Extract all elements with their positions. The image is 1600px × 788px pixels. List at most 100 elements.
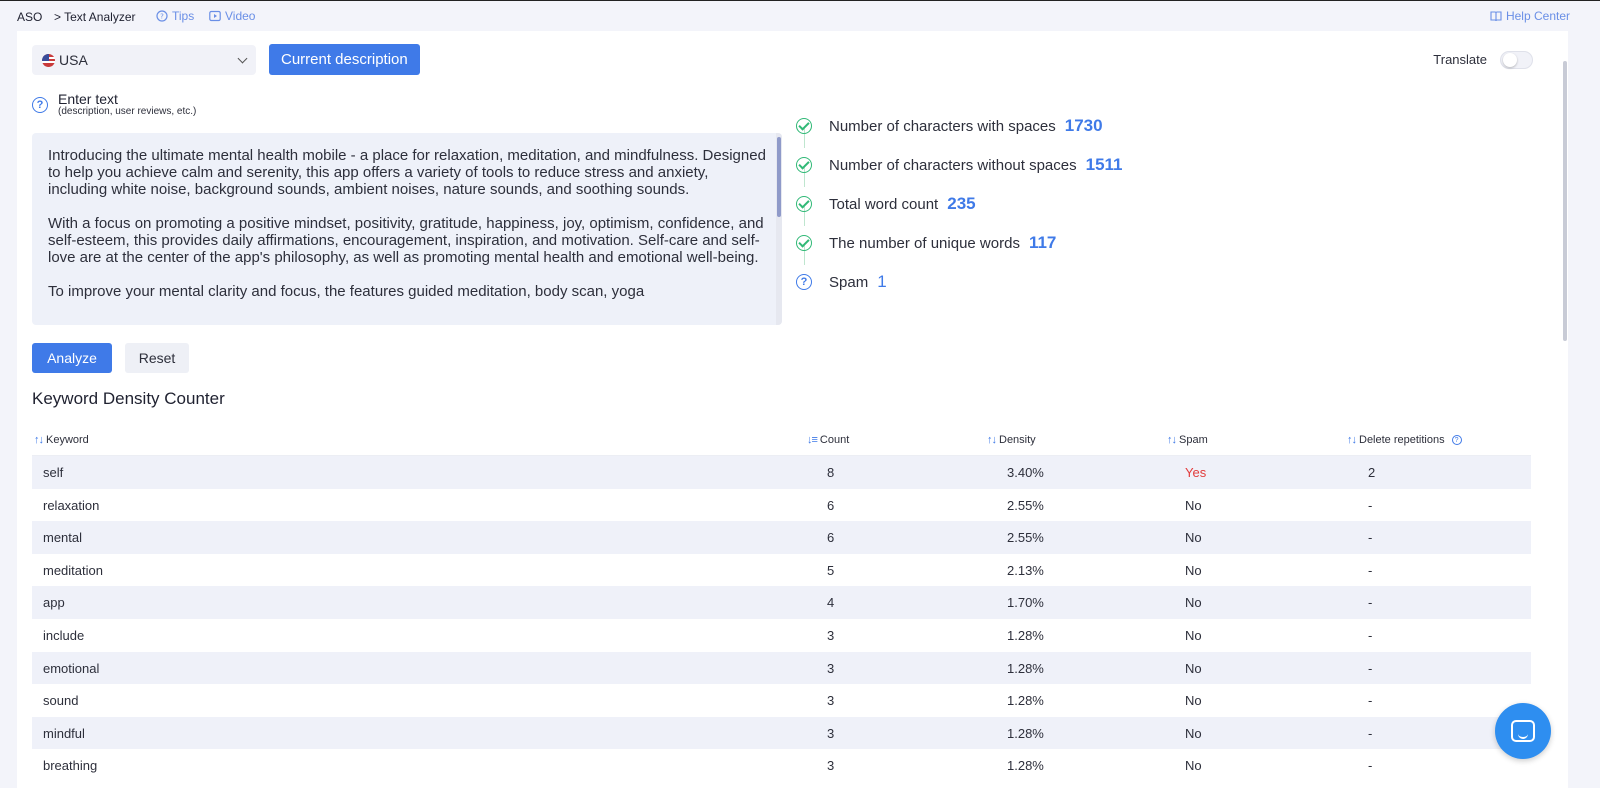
cell-spam: No	[1185, 562, 1202, 578]
stat-unique-words: The number of unique words 117	[796, 233, 1056, 253]
cell-delete-repetitions: -	[1368, 758, 1373, 774]
us-flag-icon	[42, 53, 55, 67]
cell-delete-repetitions: -	[1368, 497, 1373, 513]
chat-launcher-button[interactable]	[1495, 703, 1551, 759]
stat-chars-without-spaces: Number of characters without spaces 1511	[796, 155, 1123, 175]
column-label: Delete repetitions	[1359, 434, 1445, 446]
country-select[interactable]: USA	[32, 45, 256, 75]
cell-count: 3	[827, 627, 835, 643]
question-circle-icon[interactable]: ?	[796, 274, 812, 290]
cell-density: 1.28%	[1007, 725, 1044, 741]
column-header-density[interactable]: ↑↓ Density	[987, 434, 1036, 446]
help-center-label: Help Center	[1505, 9, 1570, 23]
cell-keyword: emotional	[43, 660, 100, 676]
cell-density: 3.40%	[1007, 465, 1044, 480]
top-bar: ASO > Text Analyzer ? Tips Video Help Ce…	[0, 1, 1600, 31]
cell-count: 5	[827, 562, 835, 578]
column-header-delete-repetitions[interactable]: ↑↓ Delete repetitions ?	[1347, 434, 1462, 446]
stat-label: The number of unique words	[829, 234, 1020, 252]
stat-value: 1	[877, 272, 887, 291]
stat-value: 235	[947, 194, 976, 213]
sort-desc-icon: ↓≡	[807, 434, 818, 446]
cell-spam: No	[1185, 693, 1202, 709]
cell-density: 1.28%	[1007, 627, 1044, 643]
cell-keyword: mental	[43, 530, 83, 546]
cell-count: 6	[827, 497, 835, 513]
cell-density: 1.28%	[1007, 660, 1044, 676]
cell-density: 1.70%	[1007, 595, 1044, 611]
analyze-button[interactable]: Analyze	[32, 343, 112, 373]
cell-spam: No	[1185, 627, 1202, 643]
tips-link[interactable]: ? Tips	[156, 9, 194, 23]
cell-density: 2.55%	[1007, 497, 1044, 513]
text-scrollbar[interactable]	[776, 133, 782, 325]
column-label: Count	[819, 434, 850, 446]
table-row: self 8 3.40% Yes 2	[32, 456, 1531, 489]
stat-label: Spam	[829, 273, 869, 291]
help-center-link[interactable]: Help Center	[1490, 9, 1570, 23]
cell-count: 6	[827, 530, 835, 546]
question-circle-icon: ?	[156, 10, 168, 22]
translate-toggle[interactable]	[1500, 51, 1533, 69]
sort-icon: ↑↓	[1347, 434, 1357, 446]
question-circle-icon[interactable]: ?	[1451, 435, 1462, 445]
column-label: Keyword	[46, 434, 89, 446]
stat-value: 1511	[1085, 155, 1123, 174]
svg-text:?: ?	[160, 13, 164, 21]
translate-label: Translate	[1433, 52, 1487, 67]
check-circle-icon	[796, 157, 812, 173]
table-header: ↑↓ Keyword ↓≡ Count ↑↓ Density ↑↓ Spam ↑…	[32, 423, 1531, 456]
reset-button[interactable]: Reset	[125, 343, 189, 373]
cell-keyword: meditation	[43, 562, 103, 578]
country-value: USA	[59, 52, 88, 68]
keyword-density-table: ↑↓ Keyword ↓≡ Count ↑↓ Density ↑↓ Spam ↑…	[32, 423, 1531, 782]
page-scrollbar[interactable]	[1562, 61, 1568, 341]
stat-word-count: Total word count 235	[796, 194, 976, 214]
table-row: sound 3 1.28% No -	[32, 684, 1531, 717]
cell-delete-repetitions: 2	[1368, 465, 1376, 480]
tips-label: Tips	[172, 9, 195, 23]
table-row: breathing 3 1.28% No -	[32, 749, 1531, 782]
text-scrollbar-thumb[interactable]	[777, 137, 781, 217]
sort-icon: ↑↓	[34, 434, 44, 446]
cell-delete-repetitions: -	[1368, 530, 1373, 546]
current-description-button[interactable]: Current description	[269, 44, 420, 75]
column-header-count[interactable]: ↓≡ Count	[807, 434, 849, 446]
check-circle-icon	[796, 196, 812, 212]
column-label: Density	[999, 434, 1036, 446]
cell-density: 2.55%	[1007, 530, 1044, 546]
cell-keyword: sound	[43, 693, 79, 709]
stat-label: Number of characters with spaces	[829, 117, 1056, 135]
cell-delete-repetitions: -	[1368, 693, 1373, 709]
cell-spam: No	[1185, 660, 1202, 676]
breadcrumb-root[interactable]: ASO	[17, 10, 42, 24]
cell-spam: No	[1185, 595, 1202, 611]
cell-density: 1.28%	[1007, 693, 1044, 709]
cell-density: 2.13%	[1007, 562, 1044, 578]
table-row: app 4 1.70% No -	[32, 586, 1531, 619]
check-circle-icon	[796, 235, 812, 251]
column-header-keyword[interactable]: ↑↓ Keyword	[34, 434, 89, 446]
stat-chars-with-spaces: Number of characters with spaces 1730	[796, 116, 1103, 136]
cell-keyword: breathing	[43, 758, 98, 774]
cell-keyword: self	[43, 465, 64, 480]
column-header-spam[interactable]: ↑↓ Spam	[1167, 434, 1208, 446]
cell-keyword: include	[43, 627, 85, 643]
video-link[interactable]: Video	[209, 9, 255, 23]
table-row: mindful 3 1.28% No -	[32, 716, 1531, 750]
enter-text-help-icon[interactable]: ?	[32, 97, 48, 113]
table-row: mental 6 2.55% No -	[32, 521, 1531, 554]
cell-spam: No	[1185, 530, 1202, 546]
cell-count: 3	[827, 660, 835, 676]
text-input-area[interactable]: Introducing the ultimate mental health m…	[32, 133, 782, 325]
cell-count: 3	[827, 693, 835, 709]
page-scrollbar-thumb[interactable]	[1563, 61, 1567, 341]
text-paragraph: Introducing the ultimate mental health m…	[48, 147, 766, 198]
cell-count: 8	[827, 465, 835, 480]
stat-label: Number of characters without spaces	[829, 156, 1077, 174]
sort-icon: ↑↓	[987, 434, 997, 446]
cell-delete-repetitions: -	[1368, 595, 1373, 611]
stat-value: 1730	[1064, 116, 1103, 135]
book-icon	[1490, 11, 1502, 22]
stat-value: 117	[1028, 233, 1057, 252]
